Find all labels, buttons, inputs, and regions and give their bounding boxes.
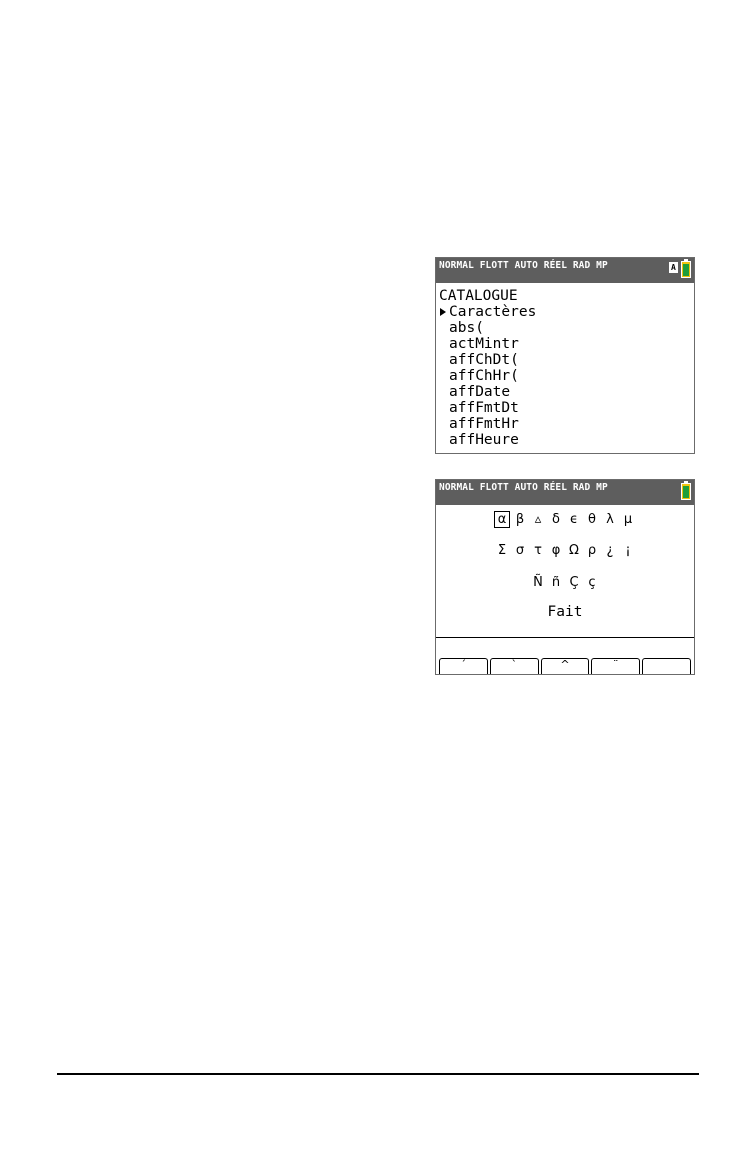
acute-accent-key[interactable]: ´ (439, 658, 488, 674)
list-item[interactable]: affFmtHr (439, 416, 536, 432)
char-key[interactable]: ¡ (621, 543, 635, 558)
char-key[interactable]: Ñ (531, 575, 545, 590)
catalogue-list: Caractères abs( actMintr affChDt( affChH… (439, 304, 536, 448)
catalogue-screen: NORMAL FLOTT AUTO RÉEL RAD MP A CATALOGU… (435, 257, 695, 454)
char-key[interactable]: λ (603, 512, 617, 527)
list-item[interactable]: affChDt( (439, 352, 536, 368)
char-key[interactable]: ¿ (603, 543, 617, 558)
list-item-label: affFmtDt (449, 400, 519, 416)
greek-row-2: Σσ τ φ Ωρ ¿ ¡ (436, 543, 694, 558)
char-key[interactable]: δ (549, 512, 563, 527)
accent-row: ÑñÇç (436, 575, 694, 590)
list-item-label: Caractères (449, 304, 537, 320)
char-key[interactable]: α (494, 511, 510, 528)
char-key[interactable]: Σ (495, 543, 509, 558)
blank-key[interactable] (642, 658, 691, 674)
footer-rule (57, 1073, 699, 1075)
char-key[interactable]: β (513, 512, 527, 527)
characters-screen: NORMAL FLOTT AUTO RÉEL RAD MP α β ▵ δ ϵ θ λ μ Σ… (435, 479, 695, 675)
catalogue-title: CATALOGUE (439, 288, 518, 304)
selection-cursor-icon (440, 308, 446, 316)
list-item[interactable]: actMintr (439, 336, 536, 352)
list-item-label: affChHr( (449, 368, 519, 384)
char-key[interactable]: ρ (585, 543, 599, 558)
umlaut-key[interactable]: ¨ (591, 658, 641, 674)
char-key[interactable]: ϵ (567, 512, 581, 527)
list-item-label: affHeure (449, 432, 519, 448)
list-item-label: affFmtHr (449, 416, 519, 432)
char-key[interactable]: ç (585, 575, 599, 590)
char-key[interactable]: σ (513, 543, 527, 558)
list-item[interactable]: affHeure (439, 432, 536, 448)
char-key[interactable]: ñ (549, 575, 563, 590)
list-item[interactable]: abs( (439, 320, 536, 336)
char-key[interactable]: Ω (567, 543, 581, 558)
battery-icon (681, 481, 691, 500)
list-item[interactable]: Caractères (439, 304, 536, 320)
softkey-bar: ´ ` ^ ¨ (438, 658, 692, 674)
battery-icon (681, 259, 691, 278)
list-item[interactable]: affDate (439, 384, 536, 400)
grave-accent-key[interactable]: ` (489, 658, 539, 674)
list-item[interactable]: affChHr( (439, 368, 536, 384)
list-item-label: affDate (449, 384, 511, 400)
status-bar: NORMAL FLOTT AUTO RÉEL RAD MP A (436, 258, 694, 283)
status-bar: NORMAL FLOTT AUTO RÉEL RAD MP (436, 480, 694, 505)
char-key[interactable]: ▵ (531, 512, 545, 527)
divider (436, 637, 694, 638)
status-text: NORMAL FLOTT AUTO RÉEL RAD MP (439, 260, 608, 271)
char-key[interactable]: τ (531, 543, 545, 558)
done-button[interactable]: Fait (436, 604, 694, 620)
greek-row-1: α β ▵ δ ϵ θ λ μ (436, 511, 694, 528)
status-text: NORMAL FLOTT AUTO RÉEL RAD MP (439, 482, 608, 493)
alpha-indicator: A (669, 262, 678, 273)
list-item-label: affChDt( (449, 352, 519, 368)
char-key[interactable]: φ (549, 543, 563, 558)
char-key[interactable]: Ç (567, 575, 581, 590)
circumflex-key[interactable]: ^ (540, 658, 590, 674)
char-key[interactable]: μ (621, 512, 635, 527)
char-key[interactable]: θ (585, 512, 599, 527)
list-item-label: actMintr (449, 336, 519, 352)
list-item[interactable]: affFmtDt (439, 400, 536, 416)
list-item-label: abs( (449, 320, 484, 336)
